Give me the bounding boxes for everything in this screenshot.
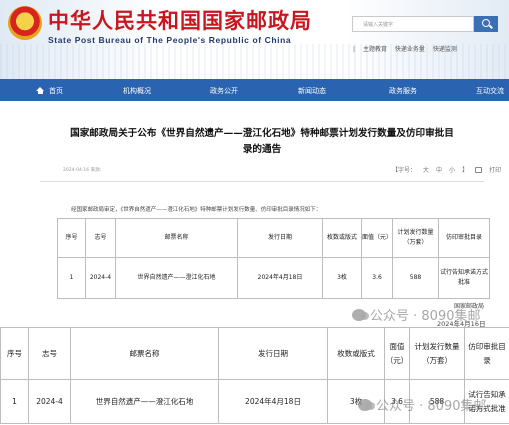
print-button[interactable]: 打印 [475,167,508,174]
site-title[interactable]: 中华人民共和国国家邮政局 [48,5,312,35]
table-header: 邮票名称 [70,327,219,380]
watermark-text: 公众号 · 8090集邮 [376,399,487,414]
article-intro: 经国家邮政局审定，《世界自然遗产——澄江化石地》特种邮票计划发行数量、仿印审批目… [71,207,322,213]
table-header: 面值（元） [361,218,393,258]
site-subtitle: State Post Bureau of The People's Republ… [48,35,292,45]
print-label: 打印 [489,167,502,174]
font-small-button[interactable]: 小 [449,167,455,174]
table-header: 志号 [85,218,116,258]
search-input[interactable]: 请输入关键字 [352,16,474,32]
site-header: ★ 中华人民共和国国家邮政局 State Post Bureau of The … [0,0,509,84]
table-header: 志号 [28,327,71,380]
table-cell: 世界自然遗产——澄江化石地 [70,379,219,424]
table-cell: 2024年4月18日 [218,379,328,424]
nav-item-home[interactable]: 首页 [36,86,63,96]
nav-item-public[interactable]: 政务公开 [210,86,238,96]
table-row: 1 2024-4 世界自然遗产——澄江化石地 2024年4月18日 3枚 3.6… [57,257,490,299]
article-meta: 2024-04-16 来源： [63,168,105,173]
font-large-button[interactable]: 大 [423,167,429,174]
table-header: 序号 [57,218,86,258]
table-header: 枚数或版式 [322,218,362,258]
top-links: | 主题教育 快递业务量 快递监测 [353,44,463,53]
table-header: 仿印审批目录 [464,327,509,380]
table-header: 仿印审批目录 [438,218,490,258]
table-header: 序号 [0,327,29,380]
table-cell: 1 [0,379,29,424]
article-title-line2: 录的通告 [242,144,282,155]
top-link-education[interactable]: 主题教育 [363,46,387,53]
table-cell: 3.6 [361,257,393,299]
top-link-volume[interactable]: 快递业务量 [395,46,425,53]
table-cell: 1 [57,257,86,299]
nav-item-services[interactable]: 政务服务 [389,86,417,96]
table-cell: 世界自然遗产——澄江化石地 [115,257,238,299]
table-header: 发行日期 [218,327,328,380]
font-size-label: 【字号： [392,167,417,174]
article-title-line1: 国家邮政局关于公布《世界自然遗产——澄江化石地》特种邮票计划发行数量及仿印审批目 [70,128,454,139]
wechat-icon [358,399,375,411]
nav-item-about[interactable]: 机构概况 [123,86,151,96]
table-header-row: 序号 志号 邮票名称 发行日期 枚数或版式 面值（元） 计划发行数量（万套） 仿… [0,327,509,380]
article-title: 国家邮政局关于公布《世界自然遗产——澄江化石地》特种邮票计划发行数量及仿印审批目… [40,126,484,158]
table-cell: 试行告知承诺方式批准 [438,257,490,299]
search-button[interactable] [474,16,498,32]
watermark: 公众号 · 8090集邮 [352,305,480,324]
top-link-monitor[interactable]: 快递监测 [433,46,457,53]
table-cell: 588 [392,257,439,299]
watermark-text: 公众号 · 8090集邮 [370,309,481,324]
print-icon [475,167,483,173]
divider [40,181,484,182]
table-cell: 2024-4 [85,257,116,299]
table-header-row: 序号 志号 邮票名称 发行日期 枚数或版式 面值（元） 计划发行数量（万套） 仿… [57,218,490,258]
watermark: 公众号 · 8090集邮 [358,395,486,414]
table-header: 邮票名称 [115,218,238,258]
wechat-icon [352,309,369,321]
table-header: 计划发行数量（万套） [409,327,465,380]
font-size-close: 】 [462,167,469,174]
table-header: 枚数或版式 [327,327,385,380]
top-link-divider: | [353,46,356,53]
main-nav: 首页 机构概况 政务公开 新闻动态 政务服务 互动交流 [0,79,509,101]
nav-item-home-label: 首页 [49,87,63,95]
table-cell: 3枚 [322,257,362,299]
table-header: 发行日期 [237,218,323,258]
home-icon [36,87,45,94]
article-tools: 【字号： 大中小】 打印 [392,165,509,174]
table-cell: 2024年4月18日 [237,257,323,299]
font-medium-button[interactable]: 中 [436,167,442,174]
table-header: 面值（元） [384,327,410,380]
table-header: 计划发行数量（万套） [392,218,439,258]
search-icon [482,19,490,27]
nav-item-interaction[interactable]: 互动交流 [476,86,504,96]
stamp-table: 序号 志号 邮票名称 发行日期 枚数或版式 面值（元） 计划发行数量（万套） 仿… [57,218,490,299]
national-emblem-icon: ★ [8,6,42,40]
nav-item-news[interactable]: 新闻动态 [298,86,326,96]
table-cell: 2024-4 [28,379,71,424]
